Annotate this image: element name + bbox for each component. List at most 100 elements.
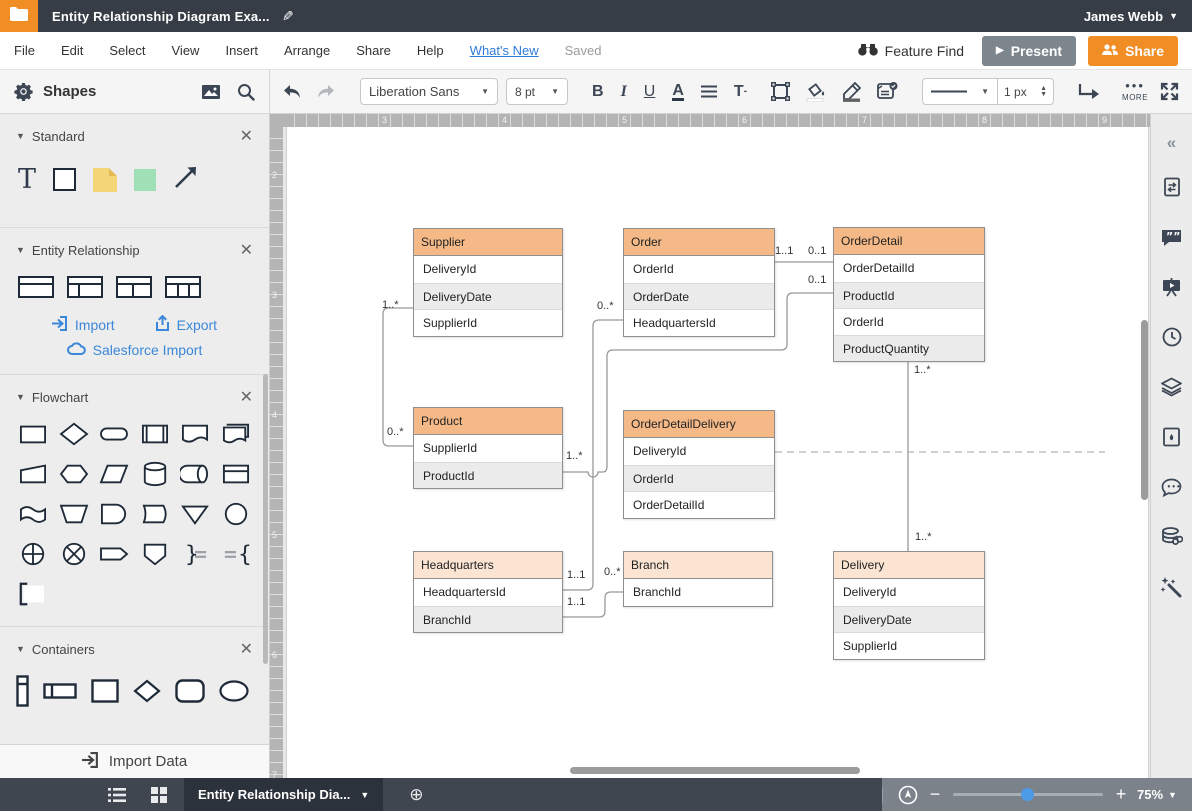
menu-share[interactable]: Share <box>356 43 391 58</box>
er-entity-row[interactable]: OrderDate <box>624 283 774 310</box>
er-entity-row[interactable]: OrderDetailId <box>834 255 984 282</box>
user-menu[interactable]: James Webb ▼ <box>1084 9 1178 24</box>
more-tools-button[interactable]: ••• MORE <box>1122 82 1148 102</box>
menu-help[interactable]: Help <box>417 43 444 58</box>
collapse-triangle-icon[interactable]: ▼ <box>16 245 25 255</box>
er-entity-title[interactable]: Supplier <box>414 229 562 256</box>
collapse-triangle-icon[interactable]: ▼ <box>16 644 25 654</box>
font-size-select[interactable]: 8 pt ▼ <box>506 78 568 105</box>
flowchart-manual-operation-shape[interactable] <box>59 501 89 532</box>
er-entity-title[interactable]: Branch <box>624 552 772 579</box>
menu-view[interactable]: View <box>172 43 200 58</box>
text-color-button[interactable]: A <box>672 83 684 101</box>
search-icon[interactable] <box>237 83 255 101</box>
text-align-icon[interactable] <box>701 85 717 98</box>
menu-select[interactable]: Select <box>109 43 145 58</box>
collapse-triangle-icon[interactable]: ▼ <box>16 131 25 141</box>
line-width-stepper[interactable]: 1 px ▲▼ <box>998 78 1054 105</box>
italic-button[interactable]: I <box>621 83 627 101</box>
redo-icon[interactable] <box>316 84 336 99</box>
collapse-triangle-icon[interactable]: ▼ <box>16 392 25 402</box>
layers-icon[interactable] <box>1151 362 1192 412</box>
er-entity-title[interactable]: OrderDetailDelivery <box>624 411 774 438</box>
line-color-icon[interactable] <box>842 82 861 102</box>
er-entity-row[interactable]: DeliveryDate <box>414 283 562 310</box>
er-entity-row[interactable]: HeadquartersId <box>624 309 774 336</box>
canvas-horizontal-scrollbar[interactable] <box>570 767 860 774</box>
flowchart-display-shape[interactable] <box>140 501 170 532</box>
er-entity-row[interactable]: OrderId <box>624 465 774 492</box>
flowchart-internal-storage-shape[interactable] <box>221 461 251 492</box>
er-entity-row[interactable]: BranchId <box>624 579 772 606</box>
flowchart-manual-input-shape[interactable] <box>18 461 48 492</box>
flowchart-loop-limit-shape[interactable] <box>99 541 129 572</box>
er-entity-row[interactable]: DeliveryDate <box>834 606 984 633</box>
close-icon[interactable]: ✕ <box>240 126 253 146</box>
zoom-slider[interactable] <box>953 793 1103 796</box>
er-entity-row[interactable]: OrderId <box>624 256 774 283</box>
flowchart-brace-right-shape[interactable]: } <box>180 541 210 572</box>
er-entity-row[interactable]: OrderId <box>834 308 984 335</box>
shape-data-icon[interactable] <box>877 82 898 101</box>
salesforce-import-link[interactable]: Salesforce Import <box>67 342 203 358</box>
step-down-icon[interactable]: ▼ <box>1040 92 1047 98</box>
er-entity-orderdetaildelivery[interactable]: OrderDetailDeliveryDeliveryIdOrderIdOrde… <box>623 410 775 519</box>
fullscreen-icon[interactable] <box>1160 82 1179 101</box>
er-entity-row[interactable]: BranchId <box>414 606 562 633</box>
flowchart-document-shape[interactable] <box>180 421 210 452</box>
flowchart-summing-junction-shape[interactable] <box>59 541 89 572</box>
container-rounded-rectangle-shape[interactable] <box>175 679 205 708</box>
flowchart-terminator-shape[interactable] <box>99 421 129 452</box>
zoom-level[interactable]: 75% ▼ <box>1137 787 1177 802</box>
image-icon[interactable] <box>201 84 221 100</box>
er-entity-row[interactable]: SupplierId <box>414 435 562 462</box>
zoom-slider-thumb[interactable] <box>1021 788 1034 801</box>
er-entity-row[interactable]: DeliveryId <box>834 579 984 606</box>
presentation-icon[interactable] <box>1151 262 1192 312</box>
magic-wand-icon[interactable] <box>1151 562 1192 612</box>
share-button[interactable]: Share <box>1088 36 1178 66</box>
gear-icon[interactable] <box>14 82 33 101</box>
flowchart-or-shape[interactable] <box>18 541 48 572</box>
data-linking-icon[interactable] <box>1151 512 1192 562</box>
container-diamond-shape[interactable] <box>133 679 161 708</box>
rectangle-shape[interactable] <box>53 168 76 191</box>
menu-arrange[interactable]: Arrange <box>284 43 330 58</box>
document-title[interactable]: Entity Relationship Diagram Exa... <box>52 9 270 24</box>
connector-type-icon[interactable] <box>1078 83 1100 100</box>
er-entity-row[interactable]: SupplierId <box>414 309 562 336</box>
line-style-select[interactable]: ▼ <box>922 78 998 105</box>
flowchart-process-shape[interactable] <box>18 421 48 452</box>
history-clock-icon[interactable] <box>1151 312 1192 362</box>
notes-quote-icon[interactable]: ”” <box>1151 212 1192 262</box>
er-entity-title[interactable]: Order <box>624 229 774 256</box>
er-entity-row[interactable]: SupplierId <box>834 632 984 659</box>
flowchart-multi-document-shape[interactable] <box>221 421 251 452</box>
flowchart-predefined-process-shape[interactable] <box>140 421 170 452</box>
canvas[interactable]: 3456789 234567 SupplierDeliveryIdDeliver… <box>270 114 1150 778</box>
add-page-button[interactable]: ⊕ <box>401 785 431 805</box>
container-vertical-swimlane-shape[interactable] <box>16 675 29 712</box>
er-entity-row[interactable]: DeliveryId <box>624 438 774 465</box>
er-entity-title[interactable]: OrderDetail <box>834 228 984 255</box>
text-options-icon[interactable]: T- <box>734 83 747 101</box>
close-icon[interactable]: ✕ <box>240 387 253 407</box>
sticky-note-shape[interactable] <box>93 168 117 192</box>
present-button[interactable]: ▶ Present <box>982 36 1076 66</box>
flowchart-decision-shape[interactable] <box>59 421 89 452</box>
shape-style-icon[interactable] <box>771 82 790 101</box>
fill-color-icon[interactable] <box>806 82 826 102</box>
er-entity-headquarters[interactable]: HeadquartersHeadquartersIdBranchId <box>413 551 563 633</box>
er-entity-title[interactable]: Delivery <box>834 552 984 579</box>
container-horizontal-swimlane-shape[interactable] <box>43 683 77 704</box>
zoom-out-button[interactable]: − <box>923 784 947 805</box>
flowchart-brace-left-shape[interactable]: { <box>221 541 251 572</box>
flowchart-delay-shape[interactable] <box>99 501 129 532</box>
close-icon[interactable]: ✕ <box>240 240 253 260</box>
er-table-shape-2[interactable] <box>67 276 103 303</box>
er-entity-branch[interactable]: BranchBranchId <box>623 551 773 607</box>
undo-icon[interactable] <box>282 84 302 99</box>
export-link[interactable]: Export <box>155 315 217 334</box>
flowchart-bracket-note-shape[interactable] <box>16 581 46 612</box>
er-table-shape-1[interactable] <box>18 276 54 303</box>
